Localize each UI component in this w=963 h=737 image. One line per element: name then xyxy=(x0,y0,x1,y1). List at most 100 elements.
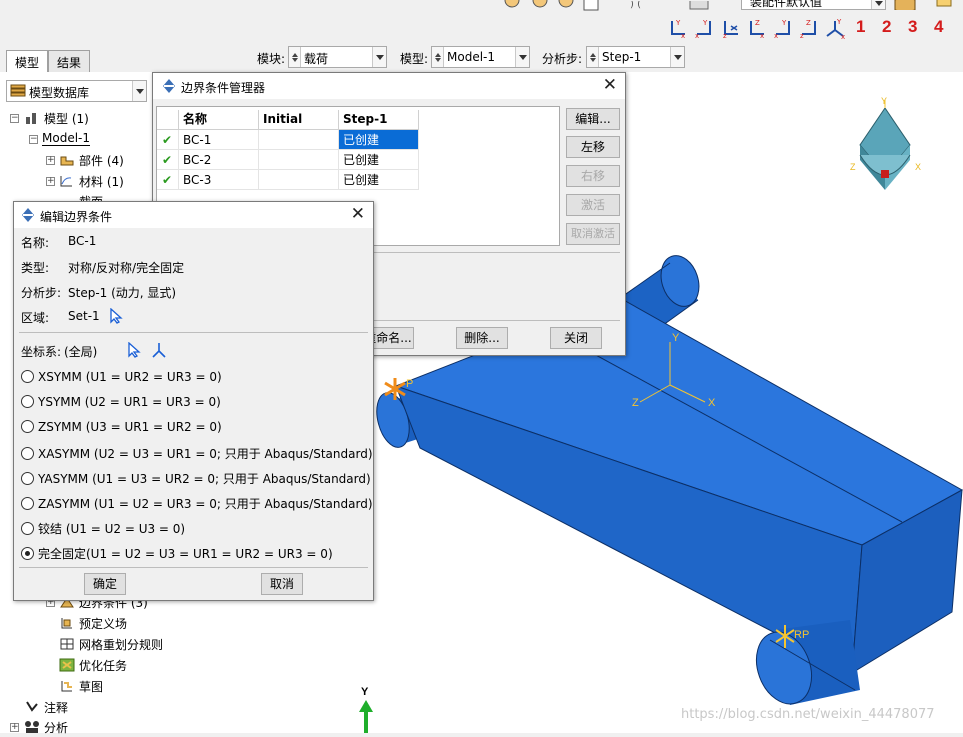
row-initial[interactable] xyxy=(259,150,339,170)
tree-item-sketches[interactable]: 草图 xyxy=(59,678,103,695)
radio-button-checked[interactable] xyxy=(21,547,34,560)
row-initial[interactable] xyxy=(259,170,339,190)
collapse-toggle[interactable]: − xyxy=(29,135,38,144)
select-region-arrow-icon[interactable] xyxy=(109,307,123,324)
cancel-button[interactable]: 取消 xyxy=(261,573,303,595)
tree-item-optimization[interactable]: 优化任务 xyxy=(59,657,127,674)
expand-toggle[interactable]: + xyxy=(46,177,55,186)
tree-item-models[interactable]: 模型 (1) xyxy=(24,110,89,127)
row-initial[interactable] xyxy=(259,130,339,150)
undo-redo-icons[interactable]: ) ( xyxy=(626,0,716,10)
bc-manager-titlebar[interactable]: 边界条件管理器 ✕ xyxy=(153,73,625,99)
option-zasymm[interactable]: ZASYMM (U1 = U2 = UR3 = 0; 只用于 Abaqus/St… xyxy=(21,495,373,512)
option-xasymm[interactable]: XASYMM (U2 = U3 = UR1 = 0; 只用于 Abaqus/St… xyxy=(21,445,373,462)
row-step-cell[interactable]: 已创建 xyxy=(339,150,419,170)
chevron-down-icon[interactable] xyxy=(871,0,885,9)
module-select[interactable]: 载荷 xyxy=(288,46,387,68)
option-encastre[interactable]: 完全固定(U1 = U2 = U3 = UR1 = UR2 = UR3 = 0) xyxy=(21,545,333,562)
axis-y-label: Y xyxy=(361,686,369,698)
view-1-button[interactable]: 1 xyxy=(856,17,865,37)
view-y-z-icon[interactable]: Zz xyxy=(798,17,820,40)
step-select[interactable]: Step-1 xyxy=(586,46,685,68)
option-yasymm[interactable]: YASYMM (U1 = U3 = UR2 = 0; 只用于 Abaqus/St… xyxy=(21,470,371,487)
radio-button[interactable] xyxy=(21,420,34,433)
table-header-initial[interactable]: Initial xyxy=(259,110,339,130)
edit-button[interactable]: 编辑... xyxy=(566,108,620,130)
view-y-x-icon[interactable]: Yx xyxy=(693,17,715,40)
select-csys-arrow-icon[interactable] xyxy=(127,341,141,358)
type-label: 类型: xyxy=(21,261,50,275)
model-select[interactable]: Model-1 xyxy=(431,46,530,68)
radio-button[interactable] xyxy=(21,497,34,510)
svg-text:Y: Y xyxy=(675,19,681,27)
row-name[interactable]: BC-1 xyxy=(179,130,259,150)
move-left-button[interactable]: 左移 xyxy=(566,136,620,158)
step-label: 分析步: xyxy=(542,52,583,66)
radio-button[interactable] xyxy=(21,447,34,460)
tree-item-parts[interactable]: 部件 (4) xyxy=(59,152,124,169)
view-settings-combo[interactable]: 装配件默认值 xyxy=(741,0,886,10)
tree-item-analysis[interactable]: 分析 xyxy=(24,719,68,736)
option-zsymm[interactable]: ZSYMM (U3 = UR1 = UR2 = 0) xyxy=(21,420,222,434)
row-step-cell-selected[interactable]: 已创建 xyxy=(339,130,419,150)
option-ysymm[interactable]: YSYMM (U2 = UR1 = UR3 = 0) xyxy=(21,395,221,409)
radio-button[interactable] xyxy=(21,522,34,535)
option-label: 完全固定(U1 = U2 = U3 = UR1 = UR2 = UR3 = 0) xyxy=(38,547,333,561)
collapse-toggle[interactable]: − xyxy=(10,114,19,123)
step-spinner[interactable] xyxy=(587,47,599,67)
view-iso-icon[interactable]: Yx xyxy=(824,17,846,41)
table-header-name[interactable]: 名称 xyxy=(179,110,259,130)
close-button[interactable]: 关闭 xyxy=(550,327,602,349)
radio-button[interactable] xyxy=(21,370,34,383)
tree-source-select[interactable]: 模型数据库 xyxy=(6,80,147,102)
option-xsymm[interactable]: XSYMM (U1 = UR2 = UR3 = 0) xyxy=(21,370,222,384)
rp-label: P xyxy=(406,378,413,390)
row-step-cell[interactable]: 已创建 xyxy=(339,170,419,190)
chevron-down-icon[interactable] xyxy=(670,47,684,67)
view-z-x-icon[interactable]: z xyxy=(720,17,742,40)
tree-item-model-1[interactable]: Model-1 xyxy=(42,131,90,146)
tab-results[interactable]: 结果 xyxy=(48,50,91,72)
row-name[interactable]: BC-2 xyxy=(179,150,259,170)
tree-item-materials[interactable]: 材料 (1) xyxy=(59,173,124,190)
render-icon[interactable] xyxy=(935,0,955,10)
option-pinned[interactable]: 铰结 (U1 = U2 = U3 = 0) xyxy=(21,520,185,537)
activate-button[interactable]: 激活 xyxy=(566,194,620,216)
view-4-button[interactable]: 4 xyxy=(934,17,943,37)
deactivate-button[interactable]: 取消激活 xyxy=(566,223,620,245)
chevron-down-icon[interactable] xyxy=(515,47,529,67)
csys-label: 坐标系: xyxy=(21,345,62,359)
chevron-down-icon[interactable] xyxy=(132,81,146,101)
view-3-button[interactable]: 3 xyxy=(908,17,917,37)
module-spinner[interactable] xyxy=(289,47,301,67)
view-z-y-icon[interactable]: Yx xyxy=(772,17,794,40)
option-label: YSYMM (U2 = UR1 = UR3 = 0) xyxy=(38,395,221,409)
ok-button[interactable]: 确定 xyxy=(84,573,126,595)
option-label: XSYMM (U1 = UR2 = UR3 = 0) xyxy=(38,370,222,384)
radio-button[interactable] xyxy=(21,472,34,485)
table-header-status xyxy=(157,110,179,130)
tree-item-annotations[interactable]: 注释 xyxy=(24,699,68,716)
create-csys-icon[interactable] xyxy=(150,341,168,359)
close-icon[interactable]: ✕ xyxy=(603,75,617,95)
part-cube-icon[interactable] xyxy=(893,0,923,13)
expand-toggle[interactable]: + xyxy=(46,156,55,165)
move-right-button[interactable]: 右移 xyxy=(566,165,620,187)
view-x-z-icon[interactable]: Zx xyxy=(746,17,768,40)
edit-bc-titlebar[interactable]: 编辑边界条件 ✕ xyxy=(14,202,373,228)
chevron-down-icon[interactable] xyxy=(372,47,386,67)
radio-button[interactable] xyxy=(21,395,34,408)
row-name[interactable]: BC-3 xyxy=(179,170,259,190)
model-spinner[interactable] xyxy=(432,47,444,67)
render-style-icons[interactable] xyxy=(500,0,610,12)
tab-model[interactable]: 模型 xyxy=(6,50,49,72)
close-icon[interactable]: ✕ xyxy=(351,204,365,224)
table-header-step-1[interactable]: Step-1 xyxy=(339,110,419,130)
tree-item-remeshing-rules[interactable]: 网格重划分规则 xyxy=(59,636,163,653)
view-2-button[interactable]: 2 xyxy=(882,17,891,37)
delete-button[interactable]: 删除... xyxy=(456,327,508,349)
view-x-y-icon[interactable]: Yx xyxy=(667,17,689,40)
expand-toggle[interactable]: + xyxy=(10,723,19,732)
view-cube[interactable]: Y Z X xyxy=(850,96,921,190)
tree-item-predefined-fields[interactable]: 预定义场 xyxy=(59,615,127,632)
